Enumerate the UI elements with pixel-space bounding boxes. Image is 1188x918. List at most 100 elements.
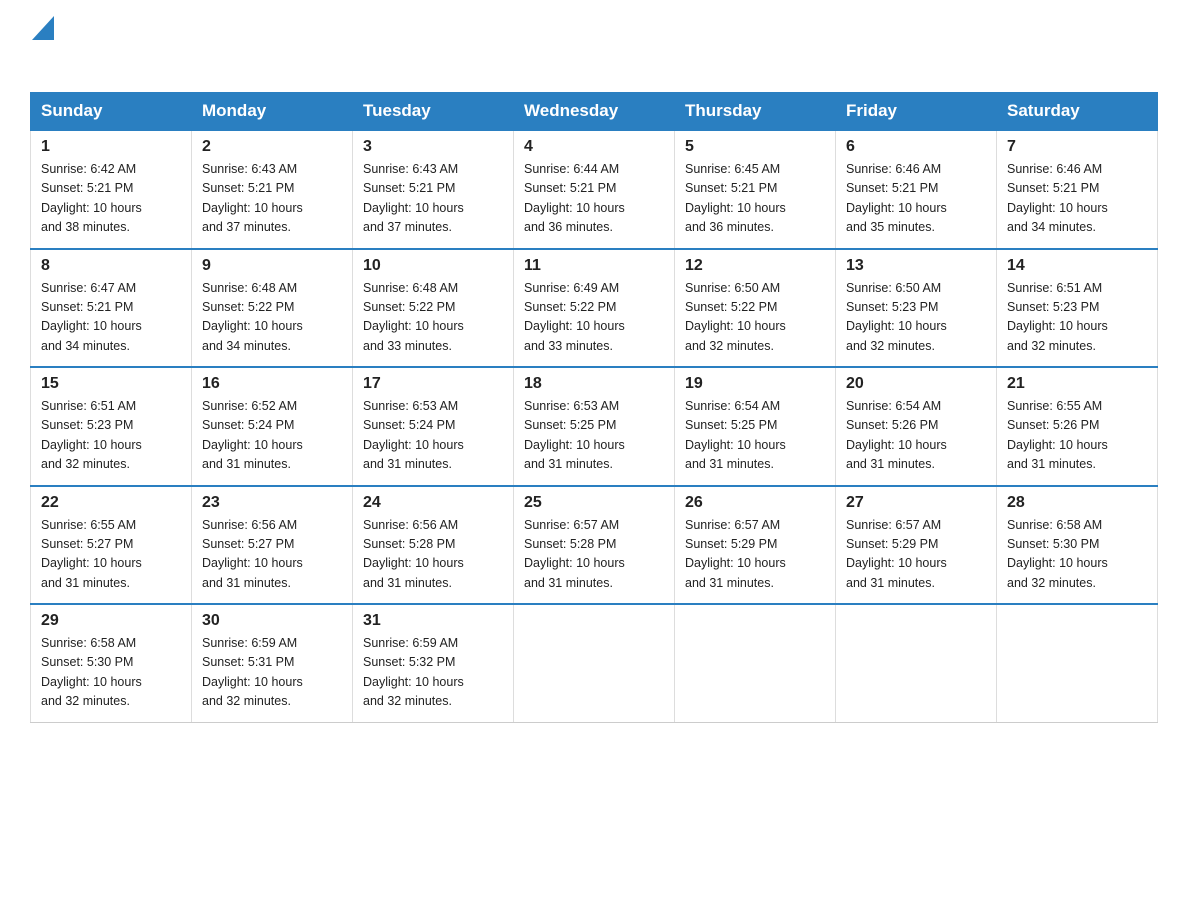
calendar-cell: 28 Sunrise: 6:58 AM Sunset: 5:30 PM Dayl… [997, 486, 1158, 605]
calendar-cell: 2 Sunrise: 6:43 AM Sunset: 5:21 PM Dayli… [192, 130, 353, 249]
calendar-cell: 4 Sunrise: 6:44 AM Sunset: 5:21 PM Dayli… [514, 130, 675, 249]
logo [30, 20, 54, 72]
weekday-header-tuesday: Tuesday [353, 93, 514, 131]
calendar-cell: 17 Sunrise: 6:53 AM Sunset: 5:24 PM Dayl… [353, 367, 514, 486]
calendar-cell: 26 Sunrise: 6:57 AM Sunset: 5:29 PM Dayl… [675, 486, 836, 605]
day-number: 12 [685, 257, 825, 275]
weekday-header-saturday: Saturday [997, 93, 1158, 131]
calendar-cell: 18 Sunrise: 6:53 AM Sunset: 5:25 PM Dayl… [514, 367, 675, 486]
day-info: Sunrise: 6:58 AM Sunset: 5:30 PM Dayligh… [1007, 516, 1147, 594]
day-info: Sunrise: 6:57 AM Sunset: 5:29 PM Dayligh… [846, 516, 986, 594]
calendar-cell: 29 Sunrise: 6:58 AM Sunset: 5:30 PM Dayl… [31, 604, 192, 722]
day-number: 18 [524, 375, 664, 393]
day-info: Sunrise: 6:46 AM Sunset: 5:21 PM Dayligh… [1007, 160, 1147, 238]
day-number: 25 [524, 494, 664, 512]
day-info: Sunrise: 6:47 AM Sunset: 5:21 PM Dayligh… [41, 279, 181, 357]
day-number: 4 [524, 138, 664, 156]
day-info: Sunrise: 6:57 AM Sunset: 5:28 PM Dayligh… [524, 516, 664, 594]
day-number: 3 [363, 138, 503, 156]
day-info: Sunrise: 6:48 AM Sunset: 5:22 PM Dayligh… [363, 279, 503, 357]
calendar-cell: 3 Sunrise: 6:43 AM Sunset: 5:21 PM Dayli… [353, 130, 514, 249]
calendar-table: SundayMondayTuesdayWednesdayThursdayFrid… [30, 92, 1158, 723]
day-info: Sunrise: 6:50 AM Sunset: 5:22 PM Dayligh… [685, 279, 825, 357]
calendar-cell: 19 Sunrise: 6:54 AM Sunset: 5:25 PM Dayl… [675, 367, 836, 486]
day-info: Sunrise: 6:57 AM Sunset: 5:29 PM Dayligh… [685, 516, 825, 594]
day-info: Sunrise: 6:50 AM Sunset: 5:23 PM Dayligh… [846, 279, 986, 357]
day-info: Sunrise: 6:51 AM Sunset: 5:23 PM Dayligh… [1007, 279, 1147, 357]
day-number: 2 [202, 138, 342, 156]
calendar-cell: 8 Sunrise: 6:47 AM Sunset: 5:21 PM Dayli… [31, 249, 192, 368]
calendar-cell: 13 Sunrise: 6:50 AM Sunset: 5:23 PM Dayl… [836, 249, 997, 368]
day-number: 5 [685, 138, 825, 156]
day-info: Sunrise: 6:58 AM Sunset: 5:30 PM Dayligh… [41, 634, 181, 712]
day-number: 20 [846, 375, 986, 393]
day-number: 15 [41, 375, 181, 393]
calendar-cell: 16 Sunrise: 6:52 AM Sunset: 5:24 PM Dayl… [192, 367, 353, 486]
day-info: Sunrise: 6:43 AM Sunset: 5:21 PM Dayligh… [202, 160, 342, 238]
day-info: Sunrise: 6:56 AM Sunset: 5:28 PM Dayligh… [363, 516, 503, 594]
day-info: Sunrise: 6:55 AM Sunset: 5:26 PM Dayligh… [1007, 397, 1147, 475]
calendar-week-1: 1 Sunrise: 6:42 AM Sunset: 5:21 PM Dayli… [31, 130, 1158, 249]
calendar-cell: 7 Sunrise: 6:46 AM Sunset: 5:21 PM Dayli… [997, 130, 1158, 249]
day-info: Sunrise: 6:59 AM Sunset: 5:31 PM Dayligh… [202, 634, 342, 712]
day-number: 27 [846, 494, 986, 512]
calendar-cell [675, 604, 836, 722]
logo-triangle-icon [32, 16, 54, 40]
weekday-header-sunday: Sunday [31, 93, 192, 131]
day-info: Sunrise: 6:43 AM Sunset: 5:21 PM Dayligh… [363, 160, 503, 238]
calendar-cell: 30 Sunrise: 6:59 AM Sunset: 5:31 PM Dayl… [192, 604, 353, 722]
day-info: Sunrise: 6:44 AM Sunset: 5:21 PM Dayligh… [524, 160, 664, 238]
day-info: Sunrise: 6:42 AM Sunset: 5:21 PM Dayligh… [41, 160, 181, 238]
day-info: Sunrise: 6:56 AM Sunset: 5:27 PM Dayligh… [202, 516, 342, 594]
calendar-cell: 20 Sunrise: 6:54 AM Sunset: 5:26 PM Dayl… [836, 367, 997, 486]
day-number: 16 [202, 375, 342, 393]
calendar-week-5: 29 Sunrise: 6:58 AM Sunset: 5:30 PM Dayl… [31, 604, 1158, 722]
day-number: 23 [202, 494, 342, 512]
day-number: 30 [202, 612, 342, 630]
calendar-cell: 1 Sunrise: 6:42 AM Sunset: 5:21 PM Dayli… [31, 130, 192, 249]
day-number: 17 [363, 375, 503, 393]
calendar-cell: 21 Sunrise: 6:55 AM Sunset: 5:26 PM Dayl… [997, 367, 1158, 486]
calendar-week-4: 22 Sunrise: 6:55 AM Sunset: 5:27 PM Dayl… [31, 486, 1158, 605]
day-info: Sunrise: 6:54 AM Sunset: 5:26 PM Dayligh… [846, 397, 986, 475]
calendar-cell: 11 Sunrise: 6:49 AM Sunset: 5:22 PM Dayl… [514, 249, 675, 368]
day-number: 8 [41, 257, 181, 275]
calendar-cell: 10 Sunrise: 6:48 AM Sunset: 5:22 PM Dayl… [353, 249, 514, 368]
calendar-cell: 24 Sunrise: 6:56 AM Sunset: 5:28 PM Dayl… [353, 486, 514, 605]
day-number: 24 [363, 494, 503, 512]
day-info: Sunrise: 6:51 AM Sunset: 5:23 PM Dayligh… [41, 397, 181, 475]
calendar-cell: 15 Sunrise: 6:51 AM Sunset: 5:23 PM Dayl… [31, 367, 192, 486]
calendar-cell: 31 Sunrise: 6:59 AM Sunset: 5:32 PM Dayl… [353, 604, 514, 722]
day-number: 11 [524, 257, 664, 275]
weekday-header-wednesday: Wednesday [514, 93, 675, 131]
day-info: Sunrise: 6:45 AM Sunset: 5:21 PM Dayligh… [685, 160, 825, 238]
day-number: 28 [1007, 494, 1147, 512]
day-number: 31 [363, 612, 503, 630]
day-info: Sunrise: 6:46 AM Sunset: 5:21 PM Dayligh… [846, 160, 986, 238]
day-number: 29 [41, 612, 181, 630]
day-info: Sunrise: 6:48 AM Sunset: 5:22 PM Dayligh… [202, 279, 342, 357]
calendar-cell: 23 Sunrise: 6:56 AM Sunset: 5:27 PM Dayl… [192, 486, 353, 605]
day-number: 26 [685, 494, 825, 512]
day-info: Sunrise: 6:52 AM Sunset: 5:24 PM Dayligh… [202, 397, 342, 475]
day-number: 14 [1007, 257, 1147, 275]
calendar-cell: 6 Sunrise: 6:46 AM Sunset: 5:21 PM Dayli… [836, 130, 997, 249]
calendar-cell [514, 604, 675, 722]
day-info: Sunrise: 6:49 AM Sunset: 5:22 PM Dayligh… [524, 279, 664, 357]
calendar-cell: 25 Sunrise: 6:57 AM Sunset: 5:28 PM Dayl… [514, 486, 675, 605]
calendar-header-row: SundayMondayTuesdayWednesdayThursdayFrid… [31, 93, 1158, 131]
day-number: 1 [41, 138, 181, 156]
weekday-header-friday: Friday [836, 93, 997, 131]
day-info: Sunrise: 6:53 AM Sunset: 5:24 PM Dayligh… [363, 397, 503, 475]
day-number: 21 [1007, 375, 1147, 393]
day-number: 19 [685, 375, 825, 393]
page-header [30, 20, 1158, 72]
calendar-cell [997, 604, 1158, 722]
day-number: 7 [1007, 138, 1147, 156]
day-info: Sunrise: 6:59 AM Sunset: 5:32 PM Dayligh… [363, 634, 503, 712]
calendar-cell [836, 604, 997, 722]
day-number: 22 [41, 494, 181, 512]
calendar-cell: 9 Sunrise: 6:48 AM Sunset: 5:22 PM Dayli… [192, 249, 353, 368]
calendar-cell: 14 Sunrise: 6:51 AM Sunset: 5:23 PM Dayl… [997, 249, 1158, 368]
calendar-cell: 12 Sunrise: 6:50 AM Sunset: 5:22 PM Dayl… [675, 249, 836, 368]
